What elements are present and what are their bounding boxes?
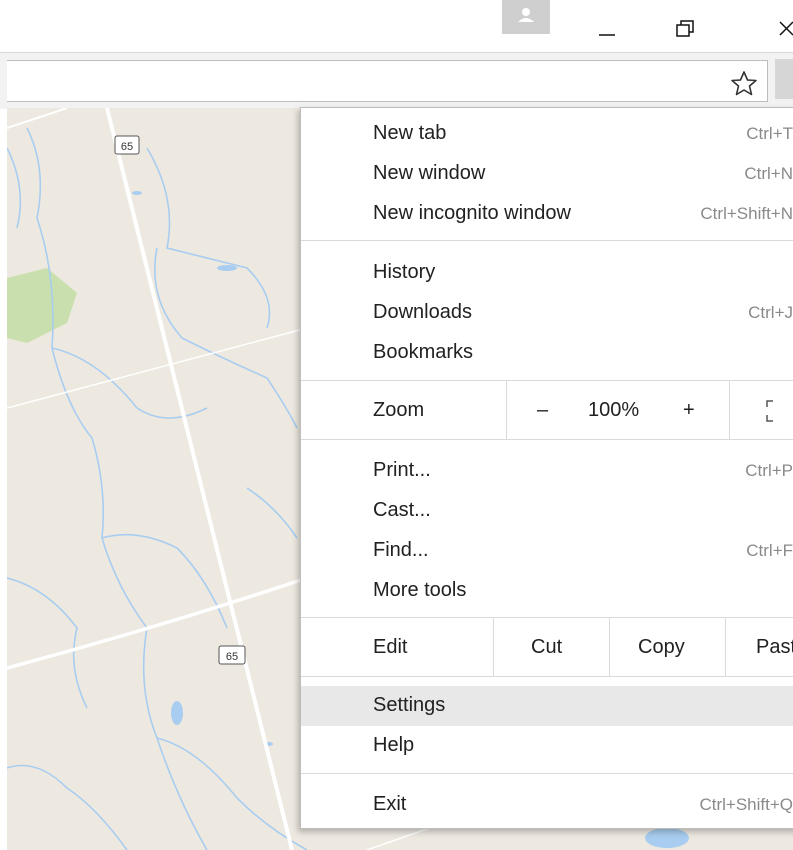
menu-zoom-row: Zoom – 100% + [301,381,793,439]
menu-separator [301,439,793,440]
restore-icon [676,20,694,37]
menu-item-shortcut: Ctrl+F [746,541,793,560]
menu-item-shortcut: Ctrl+Shift+N [700,204,793,223]
menu-separator [301,240,793,241]
menu-item-shortcut: Ctrl+P [745,461,793,480]
menu-item-downloads[interactable]: Downloads Ctrl+J [301,293,793,333]
bookmark-star-button[interactable] [729,69,759,97]
person-icon [518,8,534,22]
menu-divider [506,381,507,439]
toolbar [0,52,793,109]
close-button[interactable] [760,8,793,42]
copy-button[interactable]: Copy [638,636,685,659]
menu-item-find[interactable]: Find... Ctrl+F [301,531,793,571]
menu-item-label: Exit [373,793,407,815]
menu-item-cast[interactable]: Cast... [301,491,793,531]
profile-button[interactable] [502,0,550,34]
menu-item-print[interactable]: Print... Ctrl+P [301,451,793,491]
zoom-out-button[interactable]: – [537,399,548,422]
menu-item-label: Help [373,734,415,756]
menu-item-shortcut: Ctrl+N [744,164,793,183]
close-icon [779,21,793,36]
title-bar [0,0,793,52]
menu-item-shortcut: Ctrl+J [748,303,793,322]
menu-divider [493,618,494,676]
highway-shield-65-bottom: 65 [218,645,246,665]
menu-item-shortcut: Ctrl+Shift+Q [699,795,793,814]
menu-item-label: Bookmarks [373,341,474,363]
menu-item-label: New window [373,162,486,184]
menu-item-bookmarks[interactable]: Bookmarks [301,333,793,373]
highway-shield-65-top: 65 [114,135,140,155]
zoom-level: 100% [588,399,640,421]
menu-item-new-window[interactable]: New window Ctrl+N [301,154,793,194]
menu-item-exit[interactable]: Exit Ctrl+Shift+Q [301,785,793,825]
edit-label: Edit [373,636,408,658]
zoom-label: Zoom [373,399,425,421]
menu-item-label: New incognito window [373,202,571,224]
browser-menu: New tab Ctrl+T New window Ctrl+N New inc… [300,107,793,829]
menu-item-new-incognito-window[interactable]: New incognito window Ctrl+Shift+N [301,194,793,234]
menu-item-new-tab[interactable]: New tab Ctrl+T [301,114,793,154]
menu-item-history[interactable]: History [301,253,793,293]
menu-item-help[interactable]: Help [301,726,793,766]
minimize-button[interactable] [585,8,629,42]
menu-divider [725,618,726,676]
menu-separator [301,676,793,677]
menu-item-label: Print... [373,459,431,481]
menu-item-label: History [373,261,436,283]
menu-item-label: More tools [373,579,467,601]
menu-item-settings[interactable]: Settings [301,686,793,726]
menu-edit-row: Edit Cut Copy Past [301,618,793,676]
menu-item-label: Cast... [373,499,431,521]
address-bar[interactable] [7,60,768,102]
menu-item-label: Downloads [373,301,472,323]
minimize-icon [599,34,615,36]
menu-item-label: New tab [373,122,447,144]
menu-divider [729,381,730,439]
menu-divider [609,618,610,676]
zoom-in-button[interactable]: + [683,399,695,422]
star-icon [731,71,757,96]
fullscreen-button[interactable] [765,399,793,429]
svg-text:65: 65 [121,141,133,153]
menu-separator [301,773,793,774]
cut-button[interactable]: Cut [531,636,562,659]
extension-button[interactable] [775,59,793,99]
menu-item-more-tools[interactable]: More tools [301,571,793,611]
paste-button[interactable]: Past [756,636,793,659]
restore-button[interactable] [663,8,707,42]
svg-text:65: 65 [226,651,238,663]
fullscreen-icon [766,400,773,422]
menu-item-shortcut: Ctrl+T [746,124,793,143]
menu-item-label: Settings [373,694,446,716]
menu-item-label: Find... [373,539,429,561]
